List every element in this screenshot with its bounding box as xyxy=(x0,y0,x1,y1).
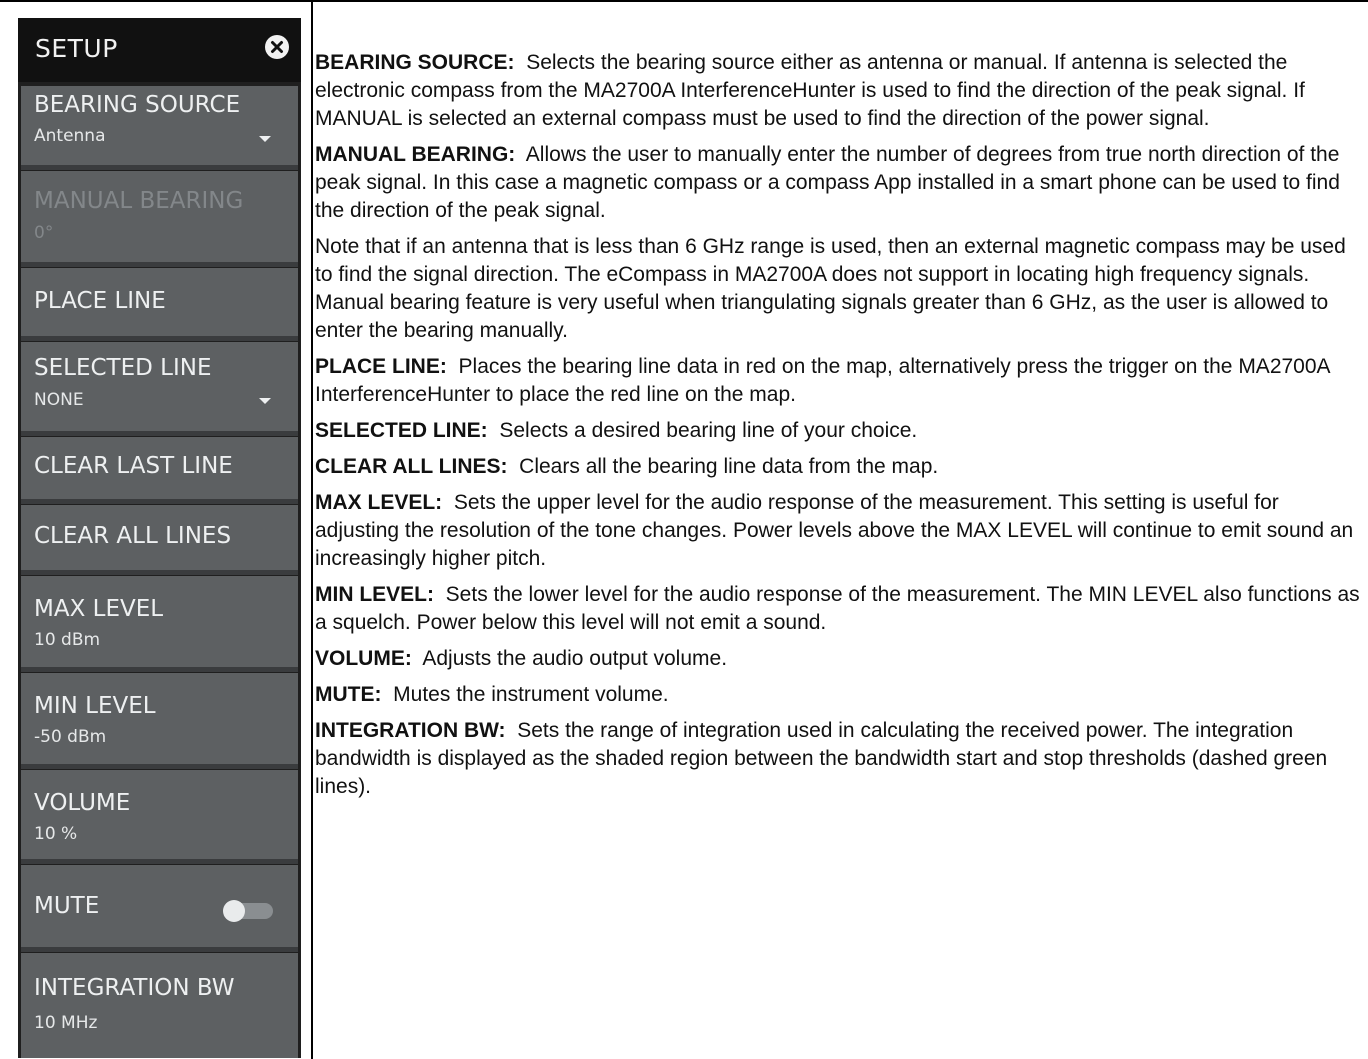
desc-selected-line: SELECTED LINE: Selects a desired bearing… xyxy=(315,417,1365,445)
bearing-source-label: BEARING SOURCE xyxy=(34,92,241,118)
volume-value: 10 % xyxy=(34,824,78,844)
manual-bearing-field[interactable]: MANUAL BEARING 0° xyxy=(21,171,298,267)
setup-menu: SETUP BEARING SOURCE Antenna MANUAL BEAR… xyxy=(18,18,301,1058)
desc-term: BEARING SOURCE: xyxy=(315,51,515,74)
desc-text: Selects a desired bearing line of your c… xyxy=(499,419,918,442)
bearing-source-dropdown[interactable]: BEARING SOURCE Antenna xyxy=(21,86,298,170)
volume-field[interactable]: VOLUME 10 % xyxy=(21,770,298,864)
integration-bw-label: INTEGRATION BW xyxy=(34,975,235,1001)
desc-term: PLACE LINE: xyxy=(315,355,447,378)
max-level-value: 10 dBm xyxy=(34,630,101,650)
desc-text: Note that if an antenna that is less tha… xyxy=(315,235,1346,342)
integration-bw-value: 10 MHz xyxy=(34,1013,98,1033)
desc-min-level: MIN LEVEL: Sets the lower level for the … xyxy=(315,581,1365,637)
min-level-field[interactable]: MIN LEVEL -50 dBm xyxy=(21,673,298,769)
desc-term: MAX LEVEL: xyxy=(315,491,443,514)
close-icon[interactable] xyxy=(264,34,290,60)
desc-text: Clears all the bearing line data from th… xyxy=(519,455,939,478)
desc-text: Mutes the instrument volume. xyxy=(393,683,669,706)
desc-term: VOLUME: xyxy=(315,647,412,670)
desc-term: INTEGRATION BW: xyxy=(315,719,506,742)
desc-max-level: MAX LEVEL: Sets the upper level for the … xyxy=(315,489,1365,573)
max-level-field[interactable]: MAX LEVEL 10 dBm xyxy=(21,576,298,672)
volume-label: VOLUME xyxy=(34,790,131,816)
desc-volume: VOLUME: Adjusts the audio output volume. xyxy=(315,645,1365,673)
desc-place-line: PLACE LINE: Places the bearing line data… xyxy=(315,353,1365,409)
top-rule xyxy=(0,0,1368,2)
mute-label: MUTE xyxy=(34,893,100,919)
desc-term: MANUAL BEARING: xyxy=(315,143,516,166)
max-level-label: MAX LEVEL xyxy=(34,596,164,622)
desc-text: Adjusts the audio output volume. xyxy=(422,647,728,670)
description-column: BEARING SOURCE: Selects the bearing sour… xyxy=(315,49,1365,809)
manual-bearing-label: MANUAL BEARING xyxy=(34,188,244,214)
column-divider xyxy=(311,0,313,1059)
min-level-label: MIN LEVEL xyxy=(34,693,156,719)
desc-mute: MUTE: Mutes the instrument volume. xyxy=(315,681,1365,709)
desc-term: SELECTED LINE: xyxy=(315,419,488,442)
desc-note: Note that if an antenna that is less tha… xyxy=(315,233,1365,345)
desc-term: MIN LEVEL: xyxy=(315,583,434,606)
min-level-value: -50 dBm xyxy=(34,727,107,747)
selected-line-value: NONE xyxy=(34,390,84,410)
mute-toggle[interactable] xyxy=(223,900,273,922)
desc-term: CLEAR ALL LINES: xyxy=(315,455,508,478)
manual-bearing-value: 0° xyxy=(34,223,54,243)
desc-integration-bw: INTEGRATION BW: Sets the range of integr… xyxy=(315,717,1365,801)
clear-last-line-button[interactable]: CLEAR LAST LINE xyxy=(21,437,298,504)
desc-term: MUTE: xyxy=(315,683,382,706)
desc-text: Sets the lower level for the audio respo… xyxy=(315,583,1360,634)
chevron-down-icon xyxy=(259,398,271,404)
selected-line-label: SELECTED LINE xyxy=(34,355,212,381)
selected-line-dropdown[interactable]: SELECTED LINE NONE xyxy=(21,342,298,436)
clear-all-lines-button[interactable]: CLEAR ALL LINES xyxy=(21,505,298,575)
clear-last-line-label: CLEAR LAST LINE xyxy=(34,453,233,479)
menu-header: SETUP xyxy=(18,18,301,82)
chevron-down-icon xyxy=(259,136,271,142)
desc-manual-bearing: MANUAL BEARING: Allows the user to manua… xyxy=(315,141,1365,225)
bearing-source-value: Antenna xyxy=(34,126,106,146)
desc-bearing-source: BEARING SOURCE: Selects the bearing sour… xyxy=(315,49,1365,133)
clear-all-lines-label: CLEAR ALL LINES xyxy=(34,523,232,549)
integration-bw-field[interactable]: INTEGRATION BW 10 MHz xyxy=(21,953,298,1058)
mute-toggle-item[interactable]: MUTE xyxy=(21,865,298,952)
place-line-button[interactable]: PLACE LINE xyxy=(21,268,298,341)
desc-text: Places the bearing line data in red on t… xyxy=(315,355,1330,406)
desc-clear-all-lines: CLEAR ALL LINES: Clears all the bearing … xyxy=(315,453,1365,481)
toggle-knob xyxy=(223,900,245,922)
menu-title: SETUP xyxy=(35,34,118,63)
place-line-label: PLACE LINE xyxy=(34,288,166,314)
desc-text: Sets the upper level for the audio respo… xyxy=(315,491,1354,570)
